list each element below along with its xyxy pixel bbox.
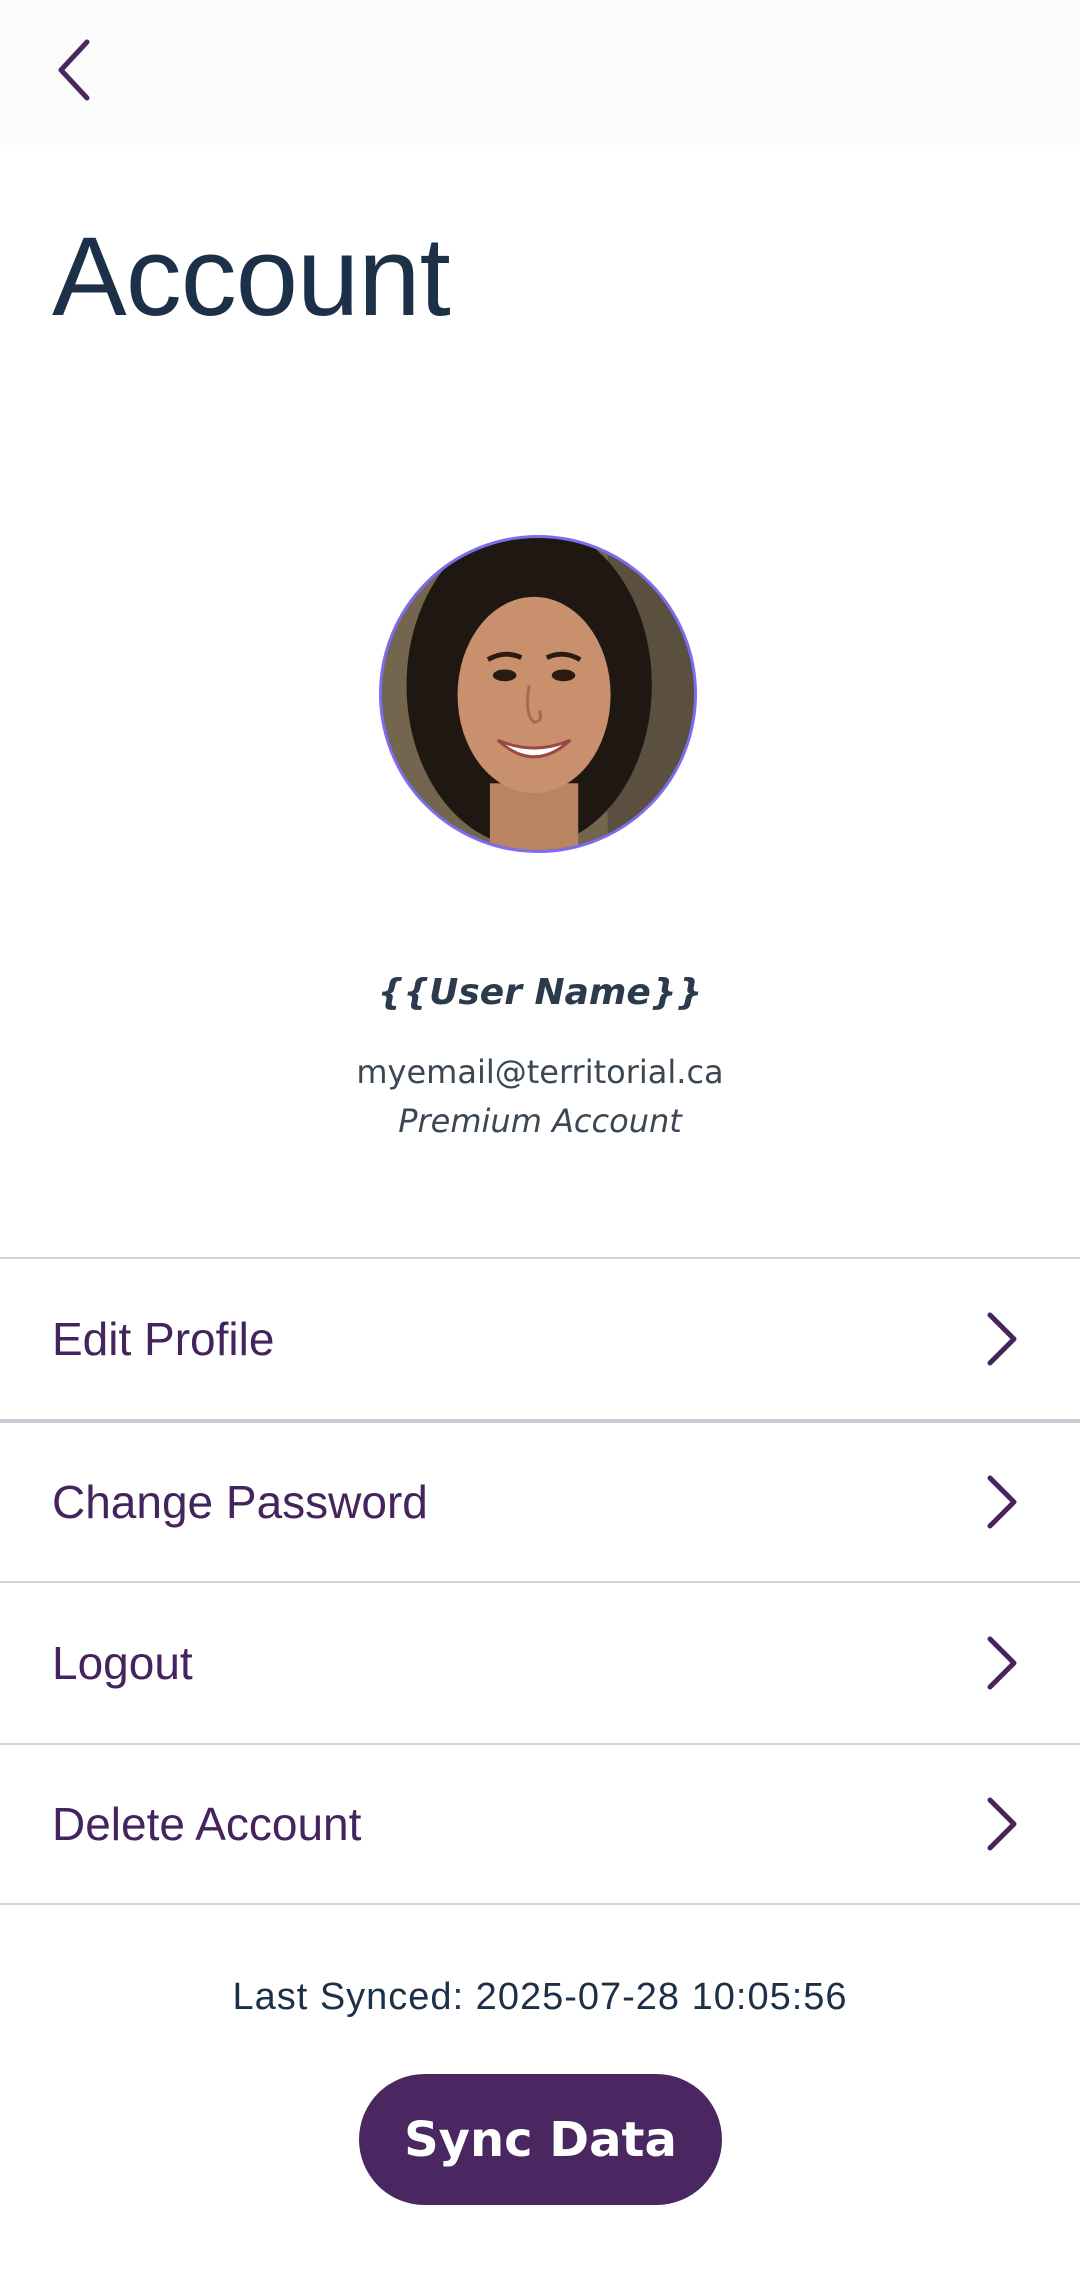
menu-item-logout[interactable]: Logout xyxy=(0,1581,1080,1743)
menu-item-label: Change Password xyxy=(52,1476,428,1528)
avatar xyxy=(379,535,697,853)
user-name: {{User Name}} xyxy=(377,972,703,1013)
menu-item-label: Delete Account xyxy=(52,1798,362,1850)
sync-data-button[interactable]: Sync Data xyxy=(359,2074,722,2205)
menu-item-label: Edit Profile xyxy=(52,1313,275,1365)
chevron-right-icon xyxy=(987,1636,1017,1690)
avatar-photo xyxy=(382,538,694,850)
account-plan: Premium Account xyxy=(398,1102,682,1140)
chevron-right-icon xyxy=(987,1475,1017,1529)
menu-item-delete-account[interactable]: Delete Account xyxy=(0,1743,1080,1905)
menu-item-change-password[interactable]: Change Password xyxy=(0,1419,1080,1581)
top-bar xyxy=(0,0,1080,145)
chevron-right-icon xyxy=(987,1312,1017,1366)
chevron-left-icon xyxy=(58,39,90,101)
last-synced-text: Last Synced: 2025-07-28 10:05:56 xyxy=(232,1976,848,2018)
menu-item-label: Logout xyxy=(52,1637,193,1689)
chevron-right-icon xyxy=(987,1797,1017,1851)
account-menu: Edit Profile Change Password Logout Dele… xyxy=(0,1257,1080,1905)
page-title: Account xyxy=(52,214,451,339)
user-email: myemail@territorial.ca xyxy=(356,1053,724,1091)
back-button[interactable] xyxy=(40,30,110,110)
menu-item-edit-profile[interactable]: Edit Profile xyxy=(0,1257,1080,1419)
